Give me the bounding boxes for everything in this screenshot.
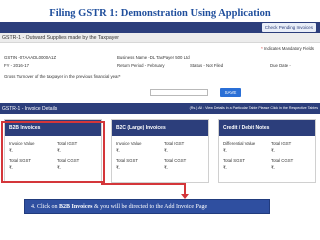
tile-b2c-value-total-sgst: ₹. — [116, 165, 120, 170]
info-row-2: FY - 2016-17 Return Period - February St… — [4, 63, 316, 71]
info-row-1: GSTIN -07AAADL0000A1Z Business Name -DL … — [4, 55, 316, 63]
check-pending-invoices-button[interactable]: Check Pending Invoices — [261, 23, 316, 32]
b2b-highlight-box — [1, 121, 105, 183]
callout-emphasis: B2B Invoices — [59, 204, 93, 210]
turnover-label: Gross Turnover of the taxpayer in the pr… — [4, 74, 121, 79]
tile-b2c-label-total-sgst: Total SGST — [116, 158, 138, 163]
callout-arrow-vertical — [184, 183, 186, 194]
financial-year-text: FY - 2016-17 — [4, 63, 30, 68]
tile-b2c-label-total-cgst: Total CGST — [164, 158, 187, 163]
save-button[interactable]: SAVE — [220, 88, 241, 97]
invoice-details-bar: GSTR-1 - Invoice Details (Rs.) All : Vie… — [0, 103, 320, 114]
slide-title: Filing GSTR 1: Demonstration Using Appli… — [49, 8, 271, 19]
gstr1-subheader: GSTR-1 - Outward Supplies made by the Ta… — [0, 33, 320, 43]
tile-cdn-label-differential-value: Differential Value — [223, 141, 256, 146]
tile-cdn-label-total-cgst: Total CGST — [271, 158, 294, 163]
mandatory-fields-note: * Indicates Mandatory Fields — [261, 46, 314, 51]
tile-b2c-large-invoices[interactable]: B2C (Large) Invoices Invoice Value Total… — [111, 119, 209, 183]
gstr1-subheader-title: GSTR-1 - Outward Supplies made by the Ta… — [2, 35, 119, 41]
taxpayer-info: GSTIN -07AAADL0000A1Z Business Name -DL … — [4, 55, 316, 82]
tile-cdn-value-differential-value: ₹. — [223, 148, 227, 153]
business-name-text: Business Name -DL TaxPayer 500 Ltd — [117, 55, 190, 60]
info-row-3: Gross Turnover of the taxpayer in the pr… — [4, 74, 316, 82]
due-date-text: Due Date - — [270, 63, 291, 68]
callout-suffix: & you will be directed to the Add Invoic… — [92, 204, 208, 210]
tile-b2c-value-total-igst: ₹. — [164, 148, 168, 153]
invoice-details-title: GSTR-1 - Invoice Details — [2, 106, 58, 112]
tile-b2c-label-invoice-value: Invoice Value — [116, 141, 142, 146]
invoice-details-note: (Rs.) All : View Details in a Particular… — [189, 106, 318, 110]
tile-cdn-value-total-sgst: ₹. — [223, 165, 227, 170]
tile-b2c-label-total-igst: Total IGST — [164, 141, 185, 146]
tile-cdn-title[interactable]: Credit / Debit Notes — [219, 120, 315, 136]
tile-cdn-label-total-sgst: Total SGST — [223, 158, 245, 163]
gross-turnover-input[interactable] — [150, 89, 208, 96]
tile-cdn-value-total-cgst: ₹. — [271, 165, 275, 170]
status-text: Status - Not Filed — [190, 63, 224, 68]
mandatory-fields-text: Indicates Mandatory Fields — [263, 46, 314, 51]
instruction-callout: 4. Click on B2B Invoices & you will be d… — [24, 199, 270, 214]
tile-credit-debit-notes[interactable]: Credit / Debit Notes Differential Value … — [218, 119, 316, 183]
callout-prefix: 4. Click on — [31, 204, 59, 210]
required-star-icon: * — [261, 46, 263, 51]
tile-cdn-value-total-igst: ₹. — [271, 148, 275, 153]
app-header: Check Pending Invoices — [0, 22, 320, 33]
gstin-text: GSTIN -07AAADL0000A1Z — [4, 55, 57, 60]
tile-b2c-value-total-cgst: ₹. — [164, 165, 168, 170]
return-period-text: Return Period - February — [117, 63, 165, 68]
callout-arrow-horizontal — [101, 183, 184, 185]
tile-cdn-label-total-igst: Total IGST — [271, 141, 292, 146]
tile-b2c-value-invoice-value: ₹. — [116, 148, 120, 153]
tile-b2c-title[interactable]: B2C (Large) Invoices — [112, 120, 208, 136]
